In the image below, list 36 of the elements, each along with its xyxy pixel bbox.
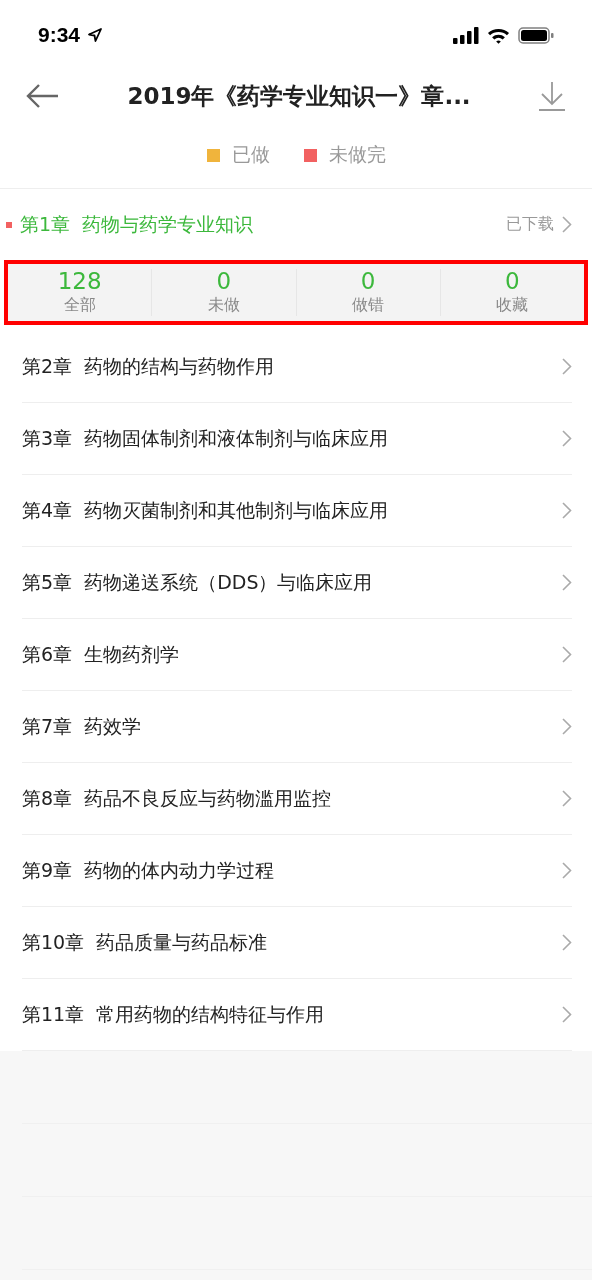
stat-value: 0 bbox=[216, 269, 232, 295]
stat-value: 0 bbox=[360, 269, 376, 295]
download-button[interactable] bbox=[538, 81, 566, 111]
signal-icon bbox=[453, 26, 479, 44]
downloaded-label: 已下载 bbox=[506, 214, 554, 235]
chapter-item[interactable]: 第10章 药品质量与药品标准 bbox=[22, 929, 554, 956]
chevron-right-icon bbox=[562, 718, 572, 735]
page-title: 2019年《药学专业知识一》章... bbox=[127, 81, 471, 111]
chapter-item[interactable]: 第5章 药物递送系统（DDS）与临床应用 bbox=[22, 569, 554, 596]
chevron-right-icon bbox=[562, 646, 572, 663]
chevron-right-icon bbox=[562, 574, 572, 591]
location-arrow-icon bbox=[88, 28, 103, 42]
back-button[interactable] bbox=[26, 83, 60, 109]
stat-value: 128 bbox=[57, 269, 102, 295]
chapter-item[interactable]: 第9章 药物的体内动力学过程 bbox=[22, 857, 554, 884]
chevron-right-icon bbox=[562, 1006, 572, 1023]
chevron-right-icon bbox=[562, 216, 572, 233]
chapter-item[interactable]: 第11章 常用药物的结构特征与作用 bbox=[22, 1001, 554, 1028]
chevron-right-icon bbox=[562, 934, 572, 951]
chapter-item[interactable]: 第4章 药物灭菌制剂和其他制剂与临床应用 bbox=[22, 497, 554, 524]
chevron-right-icon bbox=[562, 430, 572, 447]
chevron-right-icon bbox=[562, 790, 572, 807]
chapter-item[interactable]: 第8章 药品不良反应与药物滥用监控 bbox=[22, 785, 554, 812]
battery-icon bbox=[518, 26, 554, 44]
chevron-right-icon bbox=[562, 862, 572, 879]
chapter-item[interactable]: 第2章 药物的结构与药物作用 bbox=[22, 353, 554, 380]
chapter-item[interactable]: 第7章 药效学 bbox=[22, 713, 554, 740]
stat-value: 0 bbox=[505, 269, 520, 295]
legend-label: 已做 bbox=[231, 142, 270, 167]
chapter-item[interactable]: 第3章 药物固体制剂和液体制剂与临床应用 bbox=[22, 425, 554, 452]
chapter-item[interactable]: 第6章 生物药剂学 bbox=[22, 641, 554, 668]
wifi-icon bbox=[487, 26, 510, 44]
status-time: 9:34 bbox=[38, 23, 81, 47]
chevron-right-icon bbox=[562, 358, 572, 375]
chevron-right-icon bbox=[562, 502, 572, 519]
legend-label: 未做完 bbox=[328, 142, 386, 167]
